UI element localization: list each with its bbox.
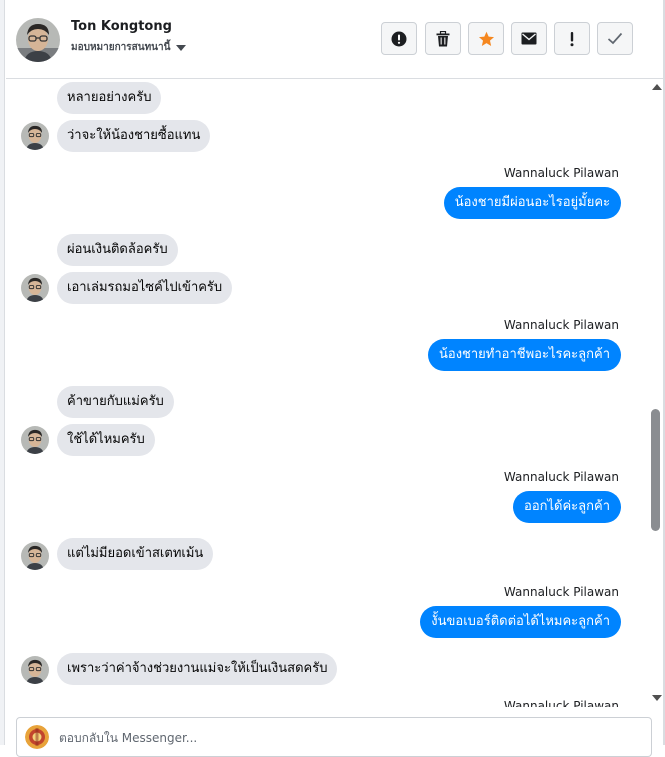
- checkmark-icon: [607, 32, 623, 45]
- sender-name: Wannaluck Pilawan: [503, 166, 619, 180]
- incoming-message[interactable]: ใช้ได้ไหมครับ: [57, 424, 155, 456]
- contact-name[interactable]: Ton Kongtong: [71, 19, 172, 34]
- outgoing-message[interactable]: น้องชายมีผ่อนอะไรอยู่มั้ยคะ: [443, 187, 621, 219]
- star-button[interactable]: [468, 22, 504, 55]
- contact-avatar-small: [21, 122, 49, 150]
- assign-conversation-dropdown[interactable]: มอบหมายการสนทนานี้: [71, 40, 187, 55]
- mark-unread-button[interactable]: [511, 22, 547, 55]
- contact-avatar[interactable]: [16, 18, 60, 62]
- delete-button[interactable]: [425, 22, 461, 55]
- reply-input[interactable]: [59, 731, 619, 745]
- sender-name: Wannaluck Pilawan: [503, 318, 619, 332]
- reply-composer: [16, 717, 652, 757]
- report-spam-button[interactable]: [381, 22, 417, 55]
- exclamation-circle-icon: [391, 31, 407, 46]
- left-window-edge: [0, 0, 5, 745]
- incoming-message[interactable]: ว่าจะให้น้องชายซื้อแทน: [57, 120, 211, 152]
- scroll-up-arrow-icon[interactable]: [652, 84, 662, 90]
- incoming-message[interactable]: ผ่อนเงินติดล้อครับ: [57, 234, 178, 266]
- thread-scrollbar[interactable]: [650, 80, 663, 707]
- contact-avatar-small: [21, 542, 49, 570]
- contact-avatar-small: [21, 426, 49, 454]
- outgoing-message[interactable]: ออกได้ค่ะลูกค้า: [513, 491, 621, 523]
- page-avatar-icon: [25, 725, 49, 749]
- envelope-icon: [521, 32, 537, 45]
- sender-name: Wannaluck Pilawan: [503, 699, 619, 707]
- contact-avatar-small: [21, 656, 49, 684]
- caret-down-icon: [176, 44, 187, 51]
- contact-avatar-small: [21, 274, 49, 302]
- sender-name: Wannaluck Pilawan: [503, 470, 619, 484]
- incoming-message[interactable]: หลายอย่างครับ: [57, 82, 162, 114]
- star-icon: [478, 31, 494, 46]
- trash-icon: [436, 30, 450, 46]
- assign-label: มอบหมายการสนทนานี้: [71, 42, 171, 53]
- outgoing-message[interactable]: งั้นขอเบอร์ติดต่อได้ไหมคะลูกค้า: [420, 606, 621, 638]
- outgoing-message[interactable]: น้องชายทำอาชีพอะไรคะลูกค้า: [428, 339, 621, 371]
- incoming-message[interactable]: เพราะว่าค่าจ้างช่วยงานแม่จะให้เป็นเงินสด…: [57, 653, 338, 685]
- conversation-header: Ton Kongtong มอบหมายการสนทนานี้: [6, 0, 663, 79]
- exclamation-icon: [570, 31, 574, 46]
- scroll-down-arrow-icon[interactable]: [652, 695, 662, 701]
- message-thread[interactable]: หลายอย่างครับ ว่าจะให้น้องชายซื้อแทน Wan…: [6, 80, 650, 707]
- sender-name: Wannaluck Pilawan: [503, 585, 619, 599]
- scrollbar-thumb[interactable]: [651, 409, 660, 531]
- mark-done-button[interactable]: [597, 22, 633, 55]
- follow-up-button[interactable]: [554, 22, 590, 55]
- incoming-message[interactable]: ค้าขายกับแม่ครับ: [57, 386, 174, 418]
- incoming-message[interactable]: แต่ไม่มียอดเข้าสเตทเม้น: [57, 538, 214, 570]
- incoming-message[interactable]: เอาเล่มรถมอไซค์ไปเข้าครับ: [57, 272, 233, 304]
